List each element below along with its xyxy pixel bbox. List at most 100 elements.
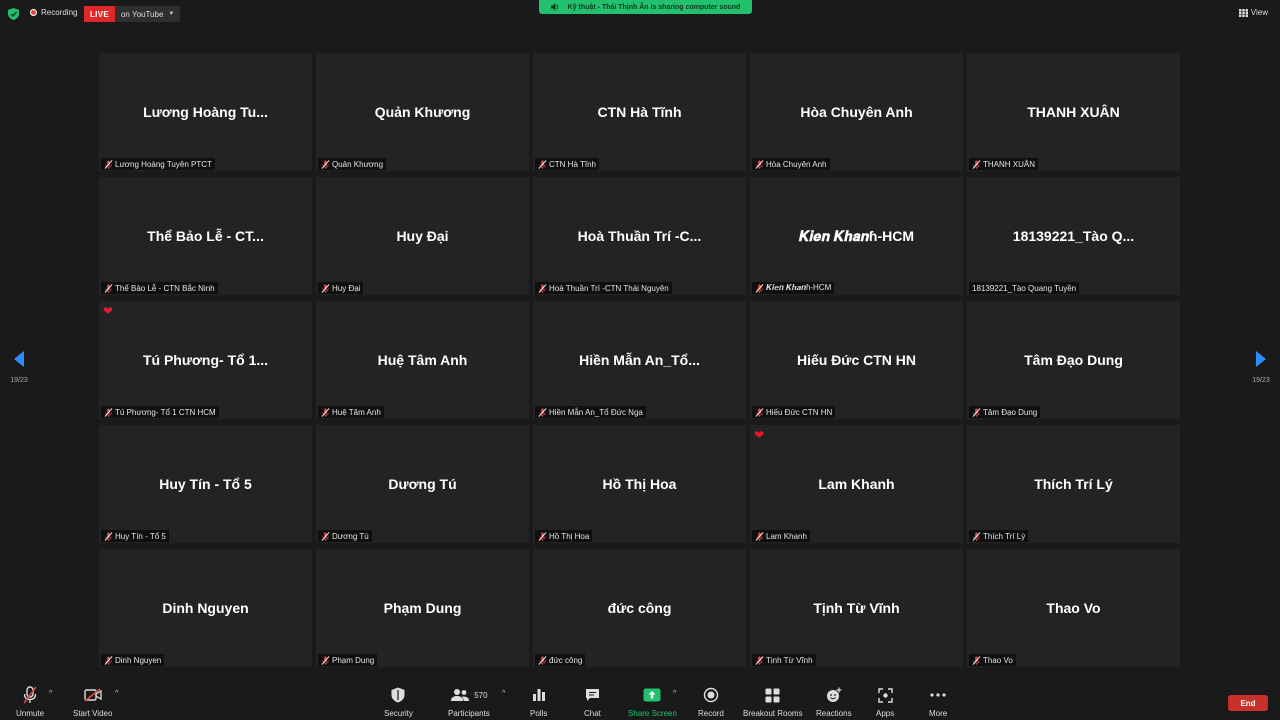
chat-button[interactable]: Chat [584, 686, 601, 718]
sharing-sound-banner[interactable]: Kỹ thuật - Thái Thịnh Ân is sharing comp… [539, 0, 752, 14]
participant-display-name: Hiền Mẫn An_Tổ... [579, 352, 700, 368]
participants-options-caret[interactable]: ^ [502, 690, 505, 697]
previous-page-button[interactable]: 19/23 [6, 350, 32, 384]
participant-name-text: Hồ Thị Hoa [549, 531, 590, 541]
shield-icon[interactable] [8, 8, 19, 20]
participant-name-text: Tú Phương- Tổ 1 CTN HCM [115, 407, 216, 417]
live-stream-indicator[interactable]: LIVE on YouTube ▼ [84, 6, 181, 22]
next-page-button[interactable]: 19/23 [1248, 350, 1274, 384]
participant-tile[interactable]: Hoà Thuần Trí -C... Hoà Thuần Trí -CTN Th… [533, 177, 746, 295]
start-video-button[interactable]: Start Video [73, 686, 112, 718]
participant-display-name: Dương Tú [388, 476, 457, 492]
participant-tile[interactable]: Hiếu Đức CTN HN Hiếu Đức CTN HN [750, 301, 963, 419]
view-label: View [1250, 8, 1268, 17]
participant-tile[interactable]: đức công đức công [533, 549, 746, 667]
participant-tile[interactable]: Quản Khương Quản Khương [316, 53, 529, 171]
participant-tile[interactable]: ❤ Tú Phương- Tổ 1... Tú Phương- Tổ 1 CTN H… [99, 301, 312, 419]
participant-tile[interactable]: Huy Tín - Tổ 5 Huy Tín - Tổ 5 [99, 425, 312, 543]
muted-mic-icon [972, 159, 981, 169]
participants-button[interactable]: 570 Participants [448, 686, 490, 718]
chevron-left-icon [14, 351, 24, 367]
muted-mic-icon [755, 159, 764, 169]
participant-tile[interactable]: Hòa Chuyên Anh Hòa Chuyên Anh [750, 53, 963, 171]
audio-options-caret[interactable]: ^ [49, 690, 52, 697]
participant-tile[interactable]: Huy Đại Huy Đại [316, 177, 529, 295]
participant-tile[interactable]: Lương Hoàng Tu... Lương Hoàng Tuyên PTCT [99, 53, 312, 171]
more-label: More [929, 709, 948, 718]
participant-tile[interactable]: 18139221_Tào Q... 18139221_Tào Quang Tuyề… [967, 177, 1180, 295]
participant-display-name: Tâm Đạo Dung [1024, 352, 1123, 368]
breakout-rooms-label: Breakout Rooms [743, 709, 803, 718]
muted-mic-icon [104, 655, 113, 665]
participant-name-label: Quản Khương [318, 158, 387, 170]
participant-name-label: Huy Tín - Tổ 5 [101, 530, 169, 542]
participant-display-name: Thích Trí Lý [1034, 476, 1113, 492]
unmute-button[interactable]: Unmute [16, 686, 44, 718]
participant-name-label: CTN Hà Tĩnh [535, 158, 599, 170]
meeting-toolbar: Unmute ^ Start Video ^ Security 570 Part… [0, 682, 1280, 720]
view-button[interactable]: View [1238, 8, 1268, 17]
page-indicator: 19/23 [1252, 377, 1270, 384]
end-meeting-button[interactable]: End [1228, 695, 1268, 711]
record-button[interactable]: Record [698, 686, 724, 718]
participant-name-label: Hòa Chuyên Anh [752, 158, 830, 170]
reactions-label: Reactions [816, 709, 852, 718]
participant-display-name: đức công [607, 600, 672, 616]
participant-name-label: THANH XUÂN [969, 158, 1039, 170]
muted-mic-icon [538, 159, 547, 169]
participant-tile[interactable]: ❤ Lam Khanh Lam Khanh [750, 425, 963, 543]
more-button[interactable]: More [929, 686, 947, 718]
participant-tile[interactable]: Phạm Dung Phạm Dung [316, 549, 529, 667]
participant-name-text: Hiếu Đức CTN HN [766, 407, 833, 417]
participant-tile[interactable]: Hồ Thị Hoa Hồ Thị Hoa [533, 425, 746, 543]
participant-name-text: Thao Vo [983, 655, 1013, 665]
participant-tile[interactable]: Thao Vo Thao Vo [967, 549, 1180, 667]
participants-count: 570 [474, 690, 488, 700]
apps-button[interactable]: Apps [876, 686, 894, 718]
participant-display-name: Lương Hoàng Tu... [143, 104, 268, 120]
participant-tile[interactable]: Tịnh Từ Vĩnh Tịnh Từ Vĩnh [750, 549, 963, 667]
participants-label: Participants [448, 709, 490, 718]
muted-mic-icon [755, 407, 764, 417]
participant-display-name: Thể Bảo Lễ - CT... [147, 228, 264, 244]
share-options-caret[interactable]: ^ [673, 690, 676, 697]
grid-view-icon [1238, 8, 1248, 17]
video-options-caret[interactable]: ^ [115, 690, 118, 697]
live-destination[interactable]: on YouTube ▼ [114, 6, 181, 22]
security-button[interactable]: Security [384, 686, 413, 718]
recording-indicator[interactable]: Recording [30, 8, 77, 17]
muted-mic-icon [321, 407, 330, 417]
chat-icon [585, 689, 599, 701]
participant-tile[interactable]: Dinh Nguyen Dinh Nguyen [99, 549, 312, 667]
participant-name-text: Quản Khương [332, 159, 384, 169]
polls-label: Polls [530, 709, 548, 718]
participant-display-name: Thao Vo [1046, 600, 1101, 616]
muted-mic-icon [538, 407, 547, 417]
participant-name-text: Huy Tín - Tổ 5 [115, 531, 166, 541]
participant-tile[interactable]: Thích Trí Lý Thích Trí Lý [967, 425, 1180, 543]
video-off-icon [84, 688, 102, 702]
start-video-label: Start Video [73, 709, 113, 718]
participant-name-label: Thể Bảo Lễ - CTN Bắc Ninh [101, 282, 218, 294]
participant-name-label: Phạm Dung [318, 654, 378, 666]
record-label: Record [698, 709, 724, 718]
participant-display-name: 𝑲𝒊𝒆𝒏 𝑲𝒉𝒂𝒏ɦ-HCM [799, 227, 914, 244]
speaker-icon [550, 3, 558, 11]
participant-display-name: Huy Đại [396, 228, 449, 244]
participant-tile[interactable]: Huệ Tâm Anh Huệ Tâm Anh [316, 301, 529, 419]
participant-display-name: Hòa Chuyên Anh [800, 104, 913, 120]
reactions-button[interactable]: Reactions [816, 686, 852, 718]
muted-mic-icon [321, 531, 330, 541]
breakout-rooms-button[interactable]: Breakout Rooms [743, 686, 803, 718]
participant-tile[interactable]: Hiền Mẫn An_Tổ... Hiền Mẫn An_Tổ Đức Nga [533, 301, 746, 419]
participant-tile[interactable]: CTN Hà Tĩnh CTN Hà Tĩnh [533, 53, 746, 171]
share-screen-button[interactable]: Share Screen [628, 686, 677, 718]
participant-name-text: Lương Hoàng Tuyên PTCT [115, 159, 212, 169]
participant-tile[interactable]: 𝑲𝒊𝒆𝒏 𝑲𝒉𝒂𝒏ɦ-HCM 𝑲𝒊𝒆𝒏 𝑲𝒉𝒂𝒏ɦ-HCM [750, 177, 963, 295]
polls-button[interactable]: Polls [530, 686, 547, 718]
live-destination-label: on YouTube [120, 9, 164, 19]
participant-tile[interactable]: Tâm Đạo Dung Tâm Đạo Dung [967, 301, 1180, 419]
participant-tile[interactable]: THANH XUÂN THANH XUÂN [967, 53, 1180, 171]
participant-tile[interactable]: Thể Bảo Lễ - CT... Thể Bảo Lễ - CTN Bắc N… [99, 177, 312, 295]
participant-tile[interactable]: Dương Tú Dương Tú [316, 425, 529, 543]
